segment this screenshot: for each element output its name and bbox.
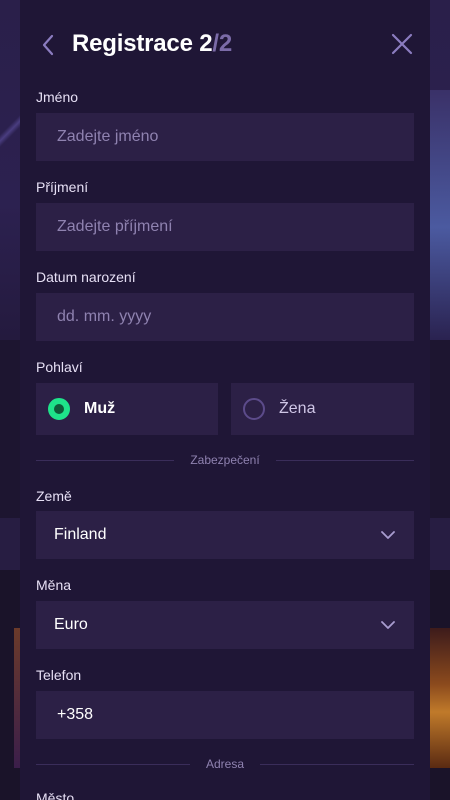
gender-option-male[interactable]: Muž [36, 383, 218, 435]
currency-select[interactable]: Euro [36, 601, 414, 649]
phone-label: Telefon [36, 667, 82, 683]
background-glow [428, 90, 450, 340]
radio-selected-icon [48, 398, 70, 420]
last-name-input[interactable]: Zadejte příjmení [36, 203, 414, 251]
back-button[interactable] [38, 32, 60, 58]
section-title: Adresa [205, 757, 245, 771]
divider-line [36, 459, 175, 461]
country-select[interactable]: Finland [36, 511, 414, 559]
country-label: Země [36, 488, 72, 504]
background-game-tile [428, 628, 450, 768]
chevron-down-icon [381, 621, 395, 629]
last-name-label: Příjmení [36, 179, 89, 195]
divider-line [275, 459, 415, 461]
background-streak [0, 110, 22, 150]
gender-option-label: Muž [84, 400, 116, 417]
gender-option-female[interactable]: Žena [231, 383, 414, 435]
gender-label: Pohlaví [36, 359, 83, 375]
first-name-label: Jméno [36, 89, 79, 105]
radio-unselected-icon [243, 398, 265, 420]
birth-date-input[interactable]: dd. mm. yyyy [36, 293, 414, 341]
title-text: Registrace 2 [72, 30, 213, 57]
close-icon [391, 33, 413, 55]
city-label: Město [36, 790, 75, 800]
section-title: Zabezpečení [190, 453, 260, 467]
modal-header: Registrace 2/2 [20, 0, 430, 90]
divider-line [36, 763, 190, 765]
phone-input[interactable]: +358 [36, 691, 414, 739]
first-name-input[interactable]: Zadejte jméno [36, 113, 414, 161]
chevron-left-icon [42, 34, 54, 56]
currency-value: Euro [54, 616, 88, 633]
gender-option-label: Žena [279, 400, 316, 417]
currency-label: Měna [36, 577, 72, 593]
country-value: Finland [54, 526, 107, 543]
section-divider-security: Zabezpečení [36, 452, 415, 468]
registration-modal: Registrace 2/2 Jméno Zadejte jméno Příjm… [20, 0, 430, 800]
close-button[interactable] [390, 32, 414, 56]
section-divider-address: Adresa [36, 756, 414, 772]
step-total: /2 [212, 30, 232, 57]
divider-line [260, 763, 414, 765]
birth-date-label: Datum narození [36, 269, 136, 285]
page-title: Registrace 2/2 [72, 30, 232, 58]
chevron-down-icon [381, 531, 395, 539]
